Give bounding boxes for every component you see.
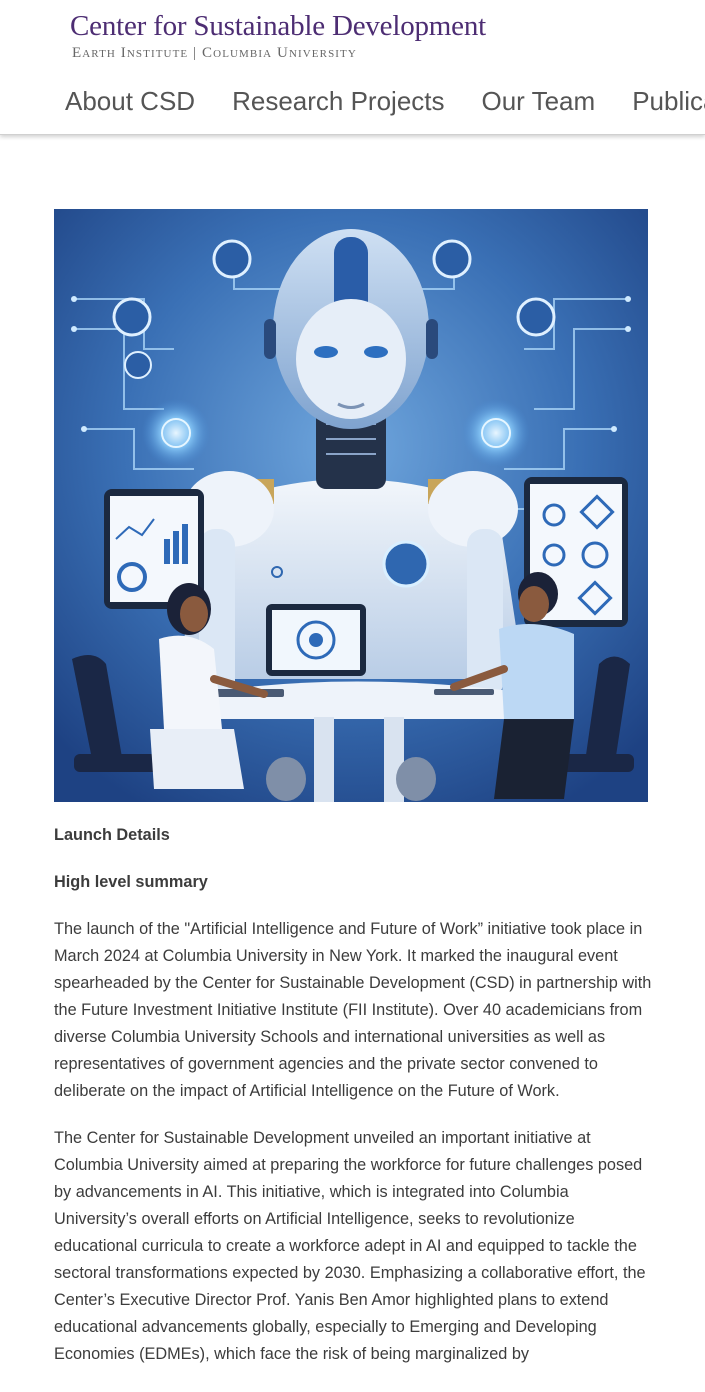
nav-item-team[interactable]: Our Team [482, 86, 596, 116]
site-logo-subtitle[interactable]: Earth Institute | Columbia University [72, 45, 357, 62]
article-paragraph-1: The launch of the "Artificial Intelligen… [54, 920, 652, 1100]
nav-item-about[interactable]: About CSD [65, 86, 195, 116]
article-content: Launch Details High level summary The la… [54, 822, 654, 1388]
site-logo-title[interactable]: Center for Sustainable Development [70, 10, 486, 43]
site-header: Center for Sustainable Development Earth… [0, 0, 705, 135]
summary-title: High level summary [54, 873, 208, 891]
section-title: Launch Details [54, 826, 170, 844]
nav-item-research[interactable]: Research Projects [232, 86, 444, 116]
hero-illustration [54, 209, 648, 802]
main-nav: About CSD Research Projects Our Team Public… [65, 86, 705, 117]
article-paragraph-2: The Center for Sustainable Development u… [54, 1129, 646, 1363]
nav-item-publications[interactable]: Publications [632, 86, 705, 116]
